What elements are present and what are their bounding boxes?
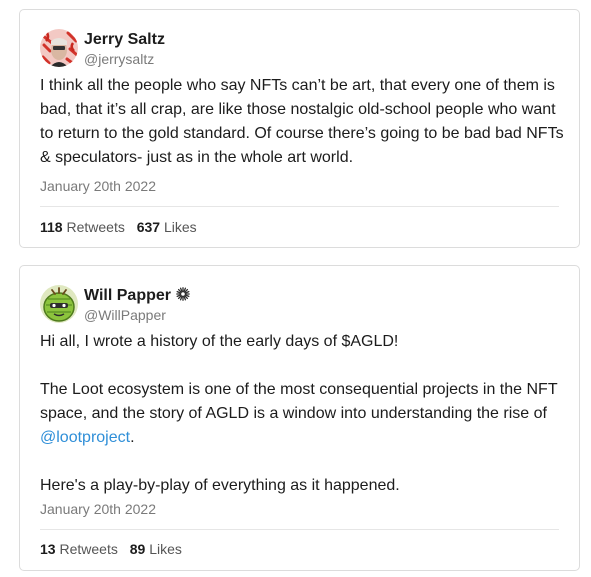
author-handle[interactable]: @jerrysaltz [84,51,154,67]
retweet-label: Retweets [59,541,118,557]
like-label: Likes [163,219,197,235]
mention-link[interactable]: @lootproject [40,429,130,446]
tweet-paragraph: Hi all, I wrote a history of the early d… [40,333,399,350]
tweet-text: I think all the people who say NFTs can’… [40,74,565,170]
tweet-stats: 13 Retweets 89 Likes [40,541,182,557]
avatar[interactable] [40,29,78,67]
tweet-paragraph: Here's a play-by-play of everything as i… [40,477,400,494]
retweet-count: 118 [40,219,63,235]
avatar[interactable] [40,285,78,323]
tweet-text: Hi all, I wrote a history of the early d… [40,330,565,498]
like-label: Likes [149,541,182,557]
tweet-paragraph: I think all the people who say NFTs can’… [40,77,564,166]
author-name[interactable]: Jerry Saltz [84,31,165,49]
tweet-stats: 118 Retweets 637 Likes [40,219,197,235]
tweet-date[interactable]: January 20th 2022 [40,178,156,194]
tweet-paragraph: The Loot ecosystem is one of the most co… [40,378,565,450]
like-count: 637 [136,219,161,235]
tweet-date[interactable]: January 20th 2022 [40,501,156,517]
retweet-label: Retweets [66,219,125,235]
tweet-card: Will Papper @WillPapper Hi all, I wrote … [19,265,580,571]
tweet-card: Jerry Saltz @jerrysaltz I think all the … [19,9,580,248]
like-count: 89 [129,541,146,557]
divider [40,529,559,530]
author-handle[interactable]: @WillPapper [84,307,166,323]
author-name[interactable]: Will Papper [84,287,190,306]
divider [40,206,559,207]
tweet-text-segment: . [130,429,135,446]
sunburst-badge-icon [176,287,190,306]
tweet-text-segment: The Loot ecosystem is one of the most co… [40,381,558,422]
retweet-count: 13 [40,541,56,557]
author-name-text: Will Papper [84,287,171,304]
